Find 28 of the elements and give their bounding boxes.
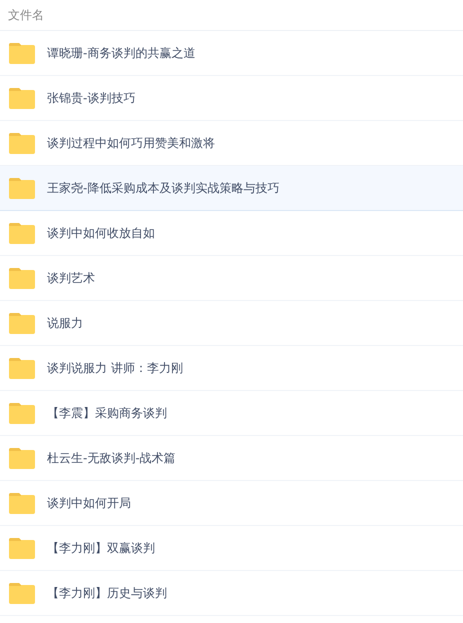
folder-name: 谈判过程中如何巧用赞美和激将 <box>47 135 215 152</box>
folder-icon <box>9 582 35 604</box>
folder-name: 杜云生-无敌谈判-战术篇 <box>47 450 176 467</box>
folder-icon <box>9 88 35 108</box>
folder-icon <box>9 312 35 334</box>
folder-icon <box>9 538 35 558</box>
folder-icon <box>9 448 35 468</box>
folder-name: 王家尧-降低采购成本及谈判实战策略与技巧 <box>47 180 280 197</box>
folder-icon <box>9 358 35 378</box>
folder-name: 谈判中如何收放自如 <box>47 225 155 242</box>
folder-name: 张锦贵-谈判技巧 <box>47 90 136 107</box>
folder-icon <box>9 42 35 64</box>
folder-icon <box>9 132 35 154</box>
folder-icon <box>9 268 35 288</box>
folder-icon <box>9 492 35 514</box>
folder-name: 谈判说服力 讲师：李力刚 <box>47 360 183 377</box>
column-header: 文件名 <box>8 7 44 24</box>
folder-name: 【李力刚】历史与谈判 <box>47 585 167 602</box>
folder-name: 谈判艺术 <box>47 270 95 287</box>
folder-icon <box>9 402 35 424</box>
folder-icon <box>9 222 35 244</box>
folder-name: 谈判中如何开局 <box>47 495 131 512</box>
folder-icon <box>9 178 35 198</box>
folder-row[interactable]: 王家尧-降低采购成本及谈判实战策略与技巧 <box>0 166 463 211</box>
folder-name: 谭晓珊-商务谈判的共赢之道 <box>47 45 196 62</box>
folder-name: 说服力 <box>47 315 83 332</box>
folder-name: 【李力刚】双赢谈判 <box>47 540 155 557</box>
folder-name: 【李震】采购商务谈判 <box>47 405 167 422</box>
